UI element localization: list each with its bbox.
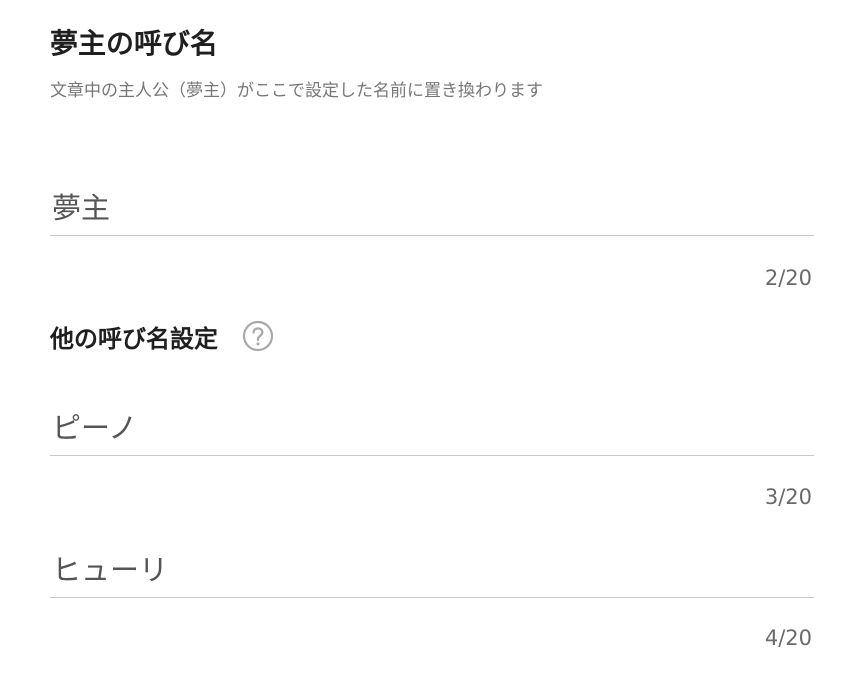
other-name-input-2[interactable]: [50, 538, 814, 598]
main-name-char-counter: 2/20: [764, 266, 812, 290]
other-name-char-counter-1: 3/20: [764, 485, 812, 509]
other-name-char-counter-2: 4/20: [764, 626, 812, 650]
other-names-header: 他の呼び名設定: [50, 316, 274, 356]
main-name-field: 2/20: [50, 176, 814, 290]
question-circle-icon[interactable]: [242, 320, 274, 352]
main-name-input[interactable]: [50, 176, 814, 236]
other-names-title: 他の呼び名設定: [50, 324, 218, 353]
other-name-field-1: 3/20: [50, 396, 814, 509]
main-name-title: 夢主の呼び名: [50, 27, 219, 60]
other-name-field-2: 4/20: [50, 538, 814, 650]
main-name-description: 文章中の主人公（夢主）がここで設定した名前に置き換わります: [50, 81, 543, 101]
other-name-input-1[interactable]: [50, 396, 814, 456]
